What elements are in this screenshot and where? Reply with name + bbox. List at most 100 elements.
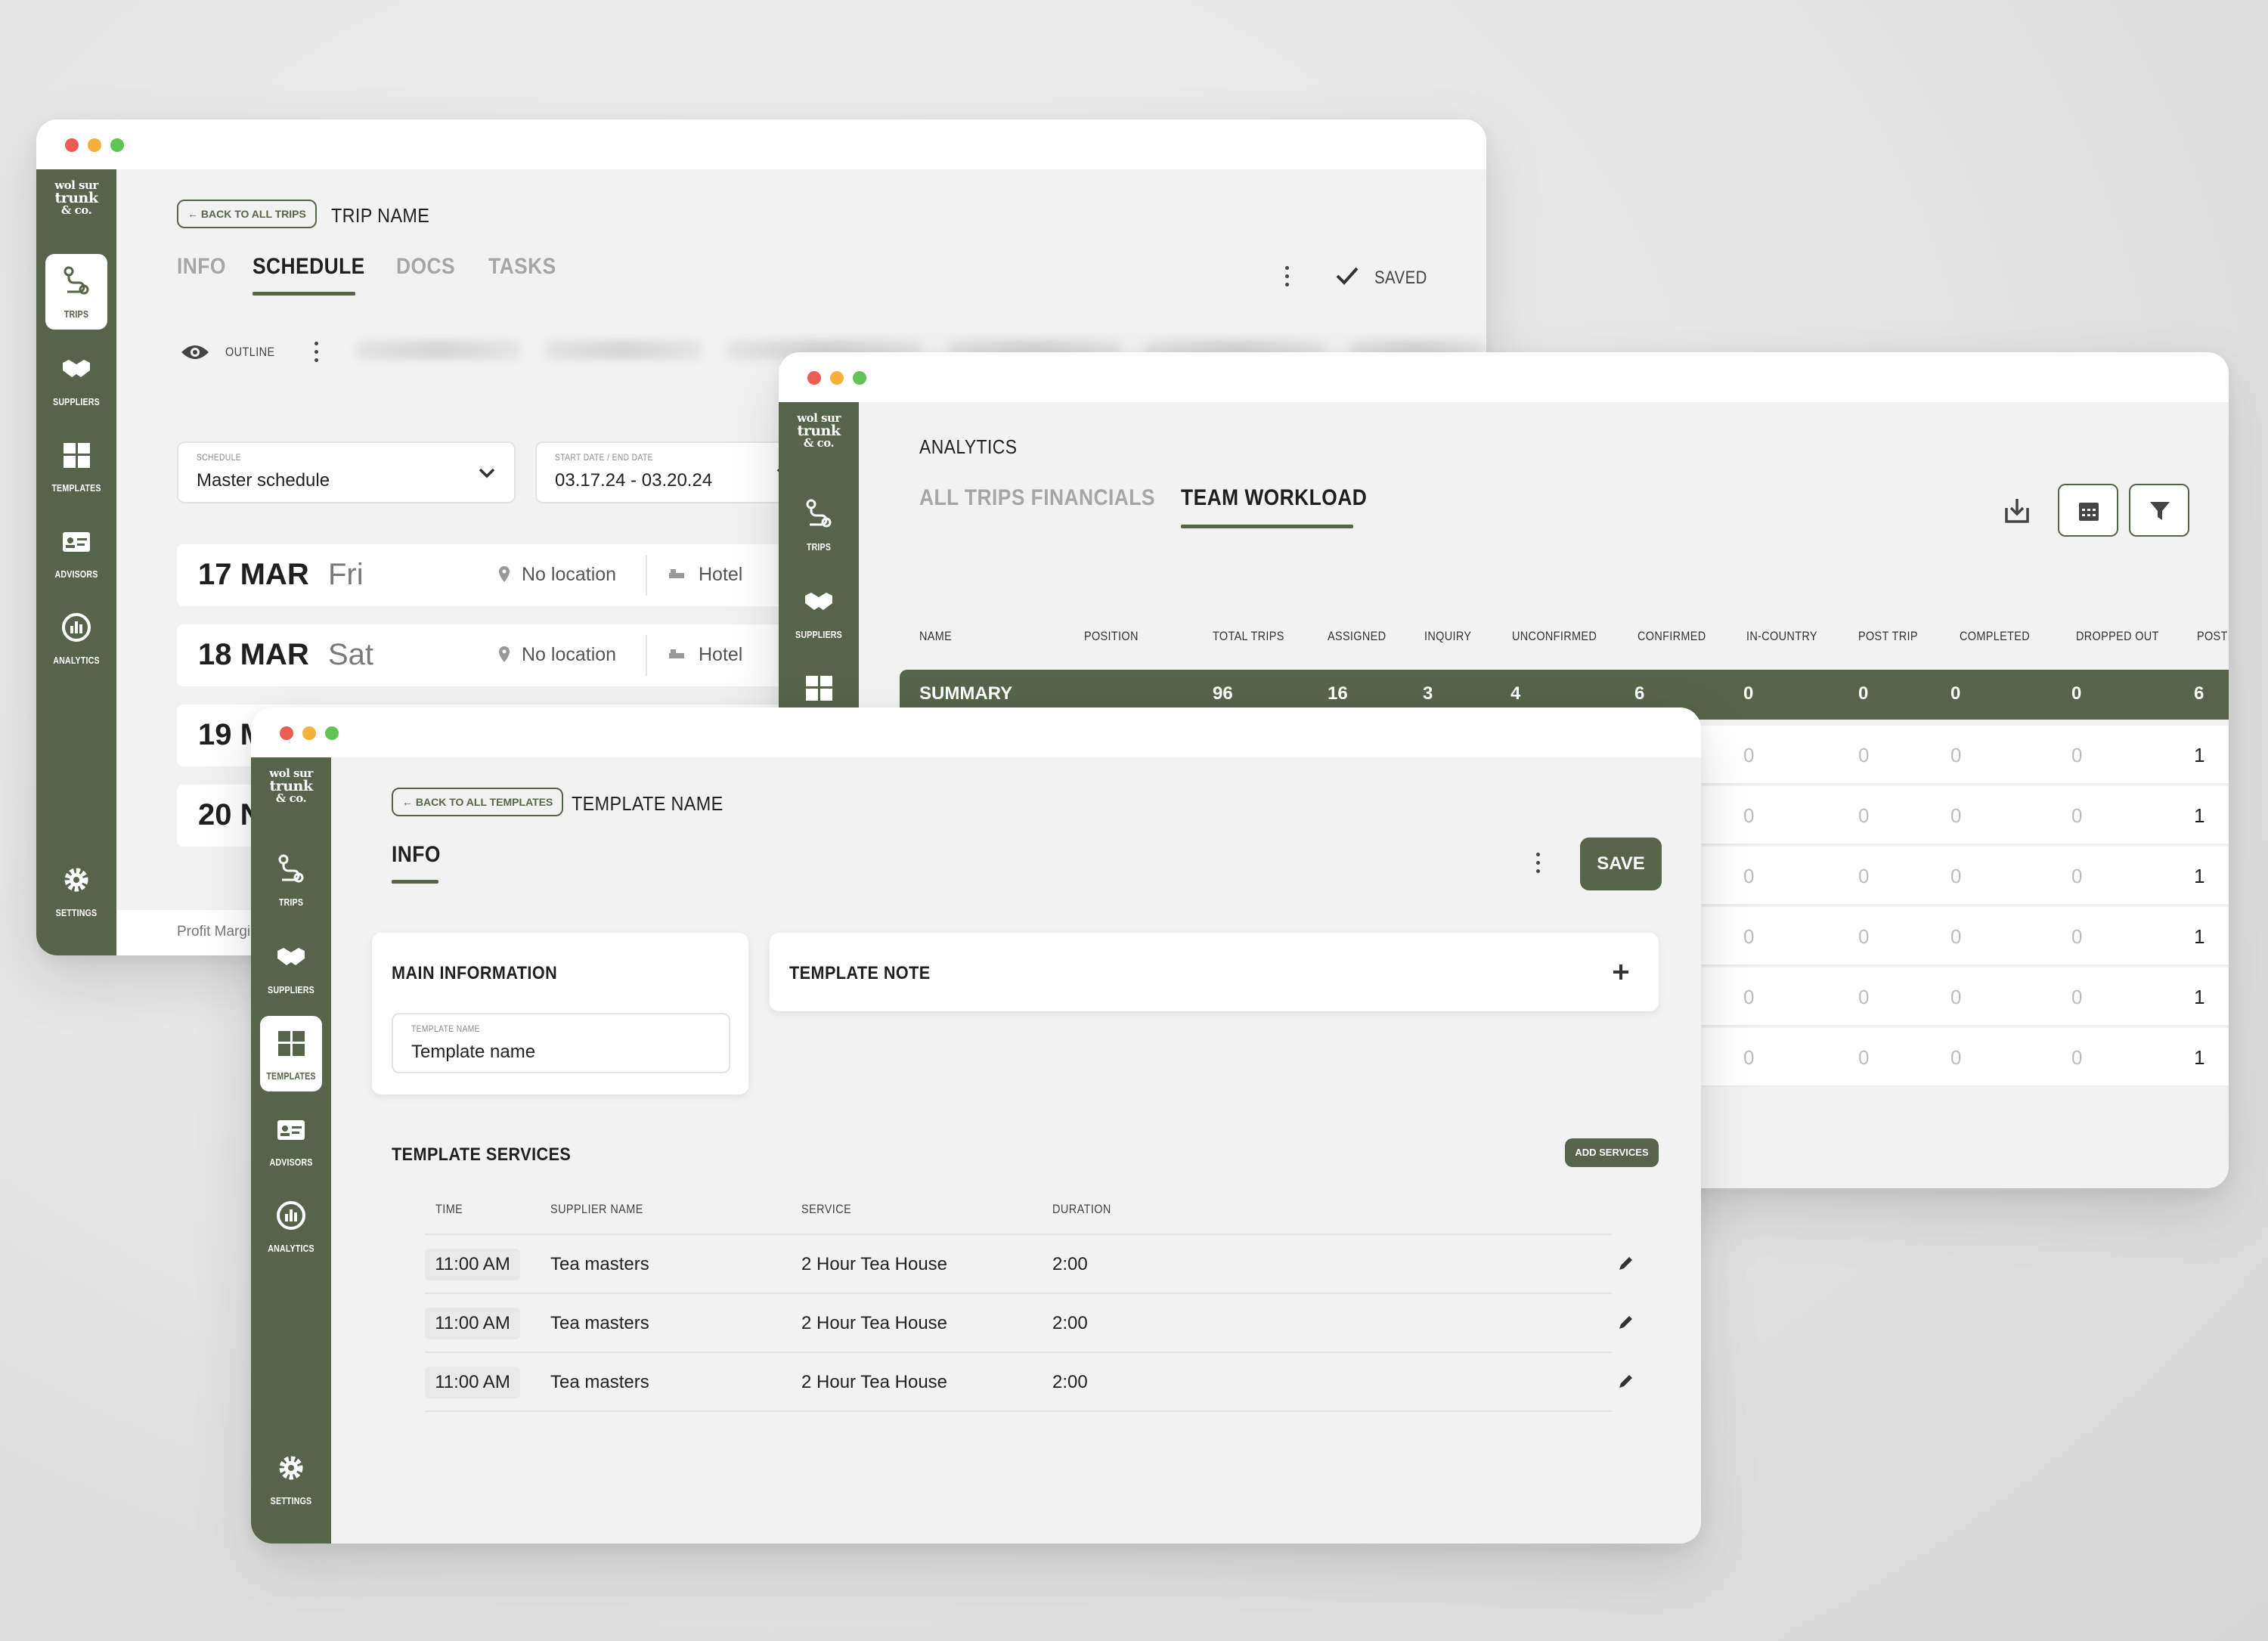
sidebar: wol sur trunk & co. TRIPS SUPPLIERS TEMPLA… [36,169,116,955]
close-dot[interactable] [280,726,293,740]
brand-logo[interactable]: wol sur trunk & co. [792,413,845,463]
back-to-templates-button[interactable]: ← BACK TO ALL TEMPLATES [392,788,564,816]
blurred-content [544,340,703,360]
maximize-dot[interactable] [110,138,124,152]
day-row[interactable]: 18 MAR Sat No location Hotel [177,624,857,686]
handshake-icon [805,593,832,610]
column-header: DURATION [1052,1202,1111,1216]
active-tab-indicator [392,880,438,884]
divider [646,635,647,676]
profit-margin-label: Profit Margi [177,924,251,940]
column-header[interactable]: UNCONFIRMED [1512,629,1597,644]
bed-icon [669,569,684,578]
template-note-card[interactable]: TEMPLATE NOTE [770,933,1659,1011]
nav-advisors[interactable]: ADVISORS [260,1102,322,1178]
maximize-dot[interactable] [853,371,866,385]
nav-suppliers[interactable]: SUPPLIERS [45,342,107,417]
nav-analytics[interactable]: ANALYTICS [260,1188,322,1264]
column-header: TIME [435,1202,463,1216]
nav-templates[interactable]: TEMPLATES [45,428,107,503]
check-icon [1336,267,1359,285]
column-header[interactable]: POST TRIP [1858,629,1918,644]
nav-analytics[interactable]: ANALYTICS [45,600,107,676]
calendar-button[interactable] [2058,484,2118,537]
tab-all-trips-financials[interactable]: ALL TRIPS FINANCIALS [919,485,1155,511]
active-tab-indicator [1181,525,1353,528]
table-row[interactable]: 11:00 AM Tea masters 2 Hour Tea House 2:… [425,1294,1632,1353]
templates-icon [64,443,90,468]
minimize-dot[interactable] [830,371,844,385]
nav-trips[interactable]: TRIPS [260,842,322,918]
analytics-icon [62,613,91,642]
edit-icon[interactable] [1616,1255,1634,1273]
nav-templates[interactable]: TEMPLATES [260,1016,322,1091]
id-card-icon [277,1120,305,1140]
edit-icon[interactable] [1616,1373,1634,1391]
column-header[interactable]: TOTAL TRIPS [1213,629,1284,644]
filter-button[interactable] [2129,484,2189,537]
nav-settings[interactable]: SETTINGS [260,1441,322,1516]
column-header[interactable]: INQUIRY [1424,629,1471,644]
column-header[interactable]: CONFIRMED [1637,629,1706,644]
column-header: SUPPLIER NAME [550,1202,643,1216]
plus-icon[interactable] [1612,963,1630,981]
location-pin-icon [499,646,510,662]
nav-trips[interactable]: TRIPS [45,254,107,330]
gear-icon [279,1456,303,1480]
schedule-select[interactable]: SCHEDULE Master schedule [177,441,516,503]
templates-icon [278,1031,305,1056]
column-header: SERVICE [801,1202,852,1216]
nav-advisors[interactable]: ADVISORS [45,514,107,590]
template-services-title: TEMPLATE SERVICES [392,1144,572,1165]
column-header[interactable]: DROPPED OUT [2076,629,2159,644]
template-name-field[interactable]: TEMPLATE NAME Template name [392,1013,730,1073]
filter-icon [2150,502,2170,520]
tab-info[interactable]: INFO [392,842,441,868]
date-range-field[interactable]: START DATE / END DATE 03.17.24 - 03.20.2… [535,441,793,503]
outline-options-icon[interactable] [313,342,319,367]
tab-team-workload[interactable]: TEAM WORKLOAD [1181,485,1367,511]
minimize-dot[interactable] [88,138,101,152]
day-row[interactable]: 17 MAR Fri No location Hotel [177,544,857,606]
gear-icon [64,868,88,892]
outline-toggle-label[interactable]: OUTLINE [225,345,275,360]
handshake-icon [277,948,305,965]
more-options-icon[interactable] [1284,266,1290,291]
close-dot[interactable] [65,138,79,152]
bed-icon [669,649,684,658]
id-card-icon [63,532,90,552]
download-icon[interactable] [2002,496,2032,526]
maximize-dot[interactable] [325,726,339,740]
chevron-down-icon [479,468,495,478]
tab-info[interactable]: INFO [177,254,226,280]
tab-schedule[interactable]: SCHEDULE [253,254,365,280]
eye-icon[interactable] [180,342,210,363]
more-options-icon[interactable] [1535,853,1541,878]
column-header[interactable]: NAME [919,629,952,644]
column-header[interactable]: POSTE [2197,629,2229,644]
brand-logo[interactable]: wol sur trunk & co. [50,180,103,230]
nav-settings[interactable]: SETTINGS [45,853,107,928]
window-titlebar [36,119,1486,169]
save-button[interactable]: SAVE [1580,838,1662,890]
table-row[interactable]: 11:00 AM Tea masters 2 Hour Tea House 2:… [425,1235,1632,1294]
close-dot[interactable] [807,371,821,385]
add-services-button[interactable]: ADD SERVICES [1565,1138,1659,1167]
nav-suppliers[interactable]: SUPPLIERS [788,574,850,650]
table-row[interactable]: 11:00 AM Tea masters 2 Hour Tea House 2:… [425,1353,1632,1412]
minimize-dot[interactable] [302,726,316,740]
tab-tasks[interactable]: TASKS [488,254,556,280]
column-header[interactable]: POSITION [1084,629,1139,644]
nav-trips[interactable]: TRIPS [788,487,850,562]
sidebar: wol sur trunk & co. TRIPS SUPPLIERS TEMPLA… [251,757,331,1543]
analytics-icon [277,1201,305,1230]
back-to-trips-button[interactable]: ← BACK TO ALL TRIPS [177,200,317,228]
divider [646,555,647,596]
column-header[interactable]: ASSIGNED [1328,629,1386,644]
nav-suppliers[interactable]: SUPPLIERS [260,930,322,1005]
column-header[interactable]: COMPLETED [1960,629,2030,644]
column-header[interactable]: IN-COUNTRY [1746,629,1817,644]
edit-icon[interactable] [1616,1314,1634,1332]
brand-logo[interactable]: wol sur trunk & co. [265,768,318,818]
tab-docs[interactable]: DOCS [396,254,455,280]
